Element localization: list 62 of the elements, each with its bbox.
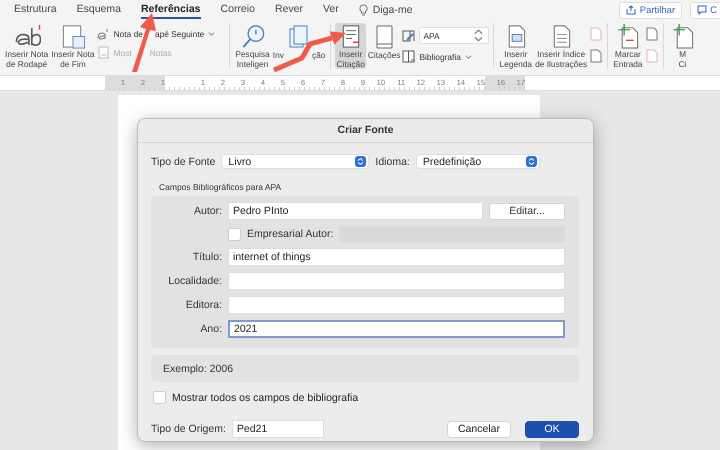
share-icon: [626, 5, 636, 15]
share-button[interactable]: Partilhar: [618, 2, 682, 18]
edit-button[interactable]: Editar...: [489, 202, 565, 220]
ribbon-tab[interactable]: Ver: [322, 1, 339, 19]
ribbon-button[interactable]: Inv ção: [272, 23, 326, 69]
ribbon-button[interactable]: M Ci: [668, 23, 698, 69]
ribbon-tab[interactable]: Esquema: [76, 1, 121, 19]
input-field[interactable]: Ped21: [232, 420, 324, 438]
ribbon-button[interactable]: Inserir Nota de Rodapé: [4, 23, 50, 69]
comments-button[interactable]: C: [690, 2, 720, 18]
ribbon-button[interactable]: Inserir Legenda: [498, 23, 534, 69]
input-field[interactable]: [228, 296, 565, 314]
field-label: Título:: [192, 251, 222, 263]
dialog-title: Criar Fonte: [138, 119, 593, 143]
ribbon-button[interactable]: Pesquisa Inteligen: [234, 23, 271, 69]
example-text: Exemplo: 2006: [163, 362, 234, 374]
field-label: Localidade:: [167, 275, 222, 287]
lightbulb-icon: [358, 4, 368, 16]
checkbox-label: Mostrar todos os campos de bibliografia: [172, 392, 358, 404]
cancel-button[interactable]: Cancelar: [446, 420, 511, 438]
updown-arrows-icon: [355, 156, 366, 167]
input-field[interactable]: 2021: [228, 320, 565, 338]
ribbon-button[interactable]: Inserir Nota de Fim: [50, 23, 96, 69]
checkbox-label: Empresarial Autor:: [247, 228, 334, 240]
ribbon-tab[interactable]: Rever: [274, 1, 303, 19]
field-label: Tipo de Origem:: [151, 423, 226, 435]
document-icon[interactable]: [589, 49, 604, 63]
document-icon: [96, 46, 110, 59]
caret-icon: [464, 53, 472, 60]
field-label: Autor:: [192, 205, 222, 217]
ribbon-button[interactable]: Nota de apé Seguinte: [96, 27, 216, 40]
updown-arrows-icon: [526, 156, 537, 167]
ribbon-button[interactable]: Marcar Entrada: [612, 23, 644, 69]
language-select[interactable]: Predefinição: [416, 154, 540, 169]
speech-bubble-icon: [697, 5, 708, 15]
input-field[interactable]: internet of things: [228, 248, 565, 266]
ribbon-button[interactable]: Bibliografia: [402, 50, 490, 63]
field-label: Ano:: [199, 323, 222, 335]
style-select[interactable]: APA: [419, 27, 490, 44]
ribbon-tab[interactable]: Estrutura: [14, 1, 57, 19]
document-icon[interactable]: [644, 27, 659, 41]
group-title: Campos Bibliográficos para APA: [159, 182, 282, 192]
ok-button[interactable]: OK: [525, 420, 579, 438]
field-label: Idioma:: [375, 156, 410, 168]
footnote-icon: [96, 27, 110, 40]
field-label: Editora:: [184, 299, 222, 311]
input-field[interactable]: Pedro PInto: [228, 202, 483, 220]
updown-arrows-icon: [472, 29, 486, 42]
footnote-icon: [12, 23, 41, 49]
input-field[interactable]: [228, 272, 565, 290]
caret-icon: [208, 30, 216, 37]
field-label: Tipo de Fonte: [151, 156, 216, 168]
book-icon: [402, 50, 416, 63]
checkbox[interactable]: [228, 228, 241, 240]
ribbon-tab[interactable]: Correio: [220, 1, 255, 19]
pen-book-icon: [402, 29, 416, 42]
ribbon-button[interactable]: Inserir Índice de Ilustrações: [534, 23, 588, 69]
ribbon-button[interactable]: Citações: [366, 23, 402, 69]
tell-me-field[interactable]: Diga-me: [372, 4, 412, 16]
source-type-select[interactable]: Livro: [221, 154, 370, 169]
checkbox[interactable]: [153, 391, 166, 404]
ribbon-button[interactable]: Inserir Citação: [335, 23, 366, 69]
